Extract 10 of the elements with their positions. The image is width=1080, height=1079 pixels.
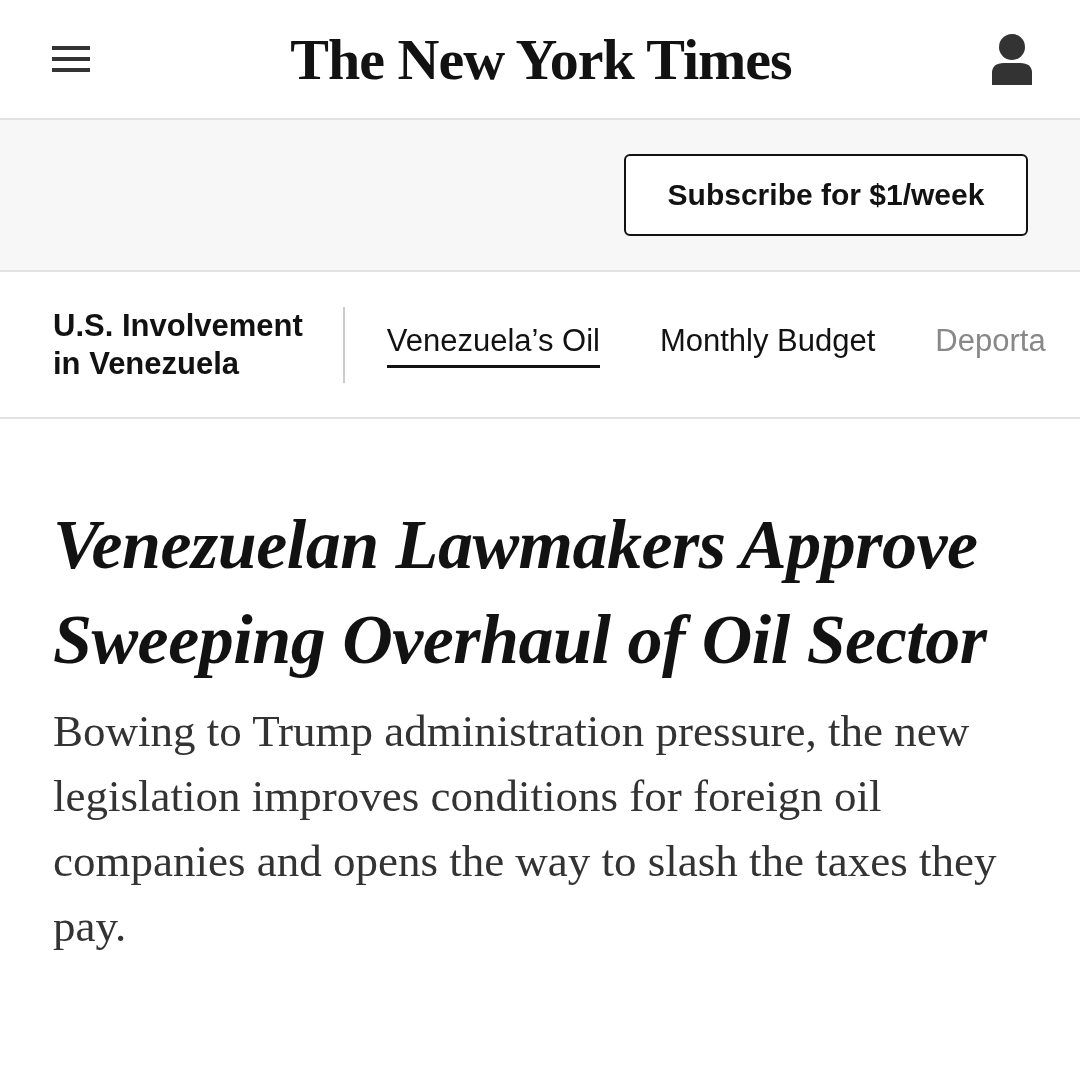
topic-tab[interactable]: Monthly Budget xyxy=(659,321,876,368)
summary: Bowing to Trump administration pressure, the new legislation improves conditions for foreign oil companies and opens the way to slash the taxes they pay. xyxy=(53,705,998,953)
headline: Venezuelan Lawmakers Approve Sweeping Overhaul of Oil Sector xyxy=(53,505,989,680)
subscribe-button[interactable]: Subscribe for $1/week xyxy=(624,154,1028,236)
menu-icon[interactable] xyxy=(52,46,90,72)
topic-tab[interactable]: Deporta xyxy=(935,321,1046,368)
topic-tab[interactable]: Venezuela’s Oil xyxy=(386,321,600,368)
user-icon[interactable] xyxy=(992,33,1032,85)
logo[interactable]: The New York Times xyxy=(290,25,792,93)
topic-title: U.S. Involvement in Venezuela xyxy=(53,306,345,383)
